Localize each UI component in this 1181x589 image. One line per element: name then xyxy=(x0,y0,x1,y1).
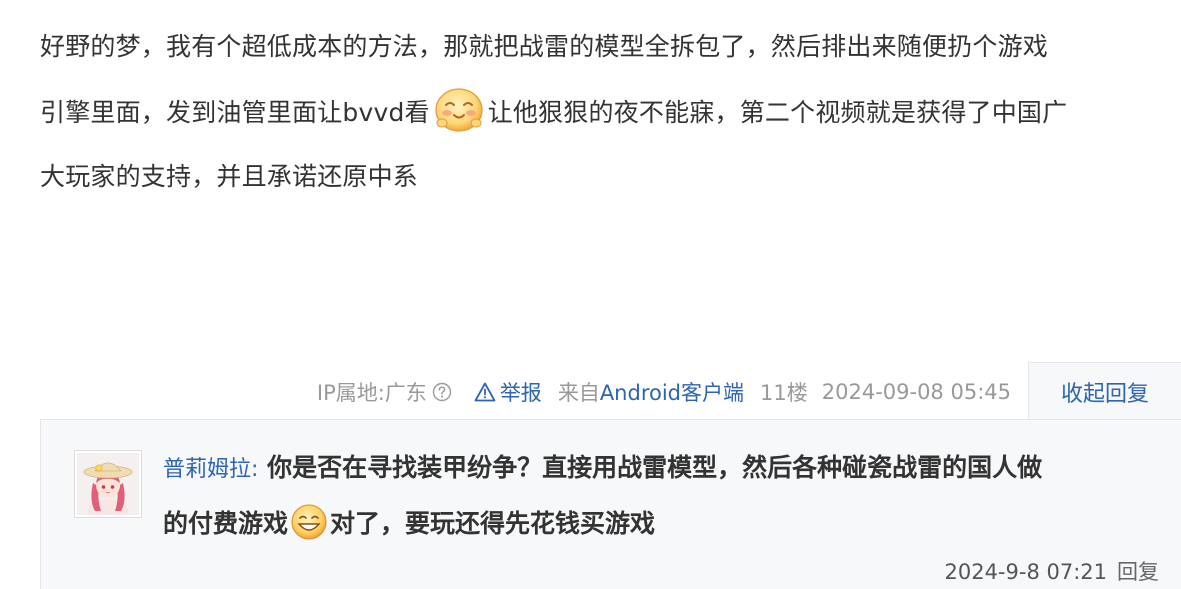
post-line-2: 引擎里面，发到油管里面让bvvd看 让他狠狠的夜不能寐，第二个视频就是获得了中国… xyxy=(40,80,1175,146)
reply-text-segment: 对了，要玩还得先花钱买游戏 xyxy=(330,509,656,538)
report-button[interactable]: 举报 xyxy=(474,377,542,407)
post-text-segment: 引擎里面，发到油管里面让bvvd看 xyxy=(40,98,430,127)
post-line-3: 大玩家的支持，并且承诺还原中系 xyxy=(40,162,419,191)
avatar[interactable] xyxy=(74,450,142,523)
report-label: 举报 xyxy=(499,381,542,405)
post-time: 2024-09-08 05:45 xyxy=(821,380,1011,404)
source-client-link[interactable]: Android客户端 xyxy=(600,381,744,405)
anime-girl-avatar-icon xyxy=(77,453,139,523)
reply-time: 2024-9-8 07:21 xyxy=(944,560,1107,584)
post-meta: IP属地:广东 举报 来自Android客户端 11楼 2024-09-08 0… xyxy=(317,375,1011,409)
source-prefix: 来自 xyxy=(557,381,600,405)
post-content: 好野的梦，我有个超低成本的方法，那就把战雷的模型全拆包了，然后排出来随便扔个游戏… xyxy=(40,14,1175,210)
ip-location: IP属地:广东 xyxy=(317,377,452,407)
post-source: 来自Android客户端 xyxy=(558,377,744,407)
warning-triangle-icon xyxy=(474,382,496,402)
floor-number: 11楼 xyxy=(760,381,808,405)
post-line-1: 好野的梦，我有个超低成本的方法，那就把战雷的模型全拆包了，然后排出来随便扔个游戏 xyxy=(40,32,1049,61)
reply-line-2: 的付费游戏 对了，要玩还得先花钱买游戏 xyxy=(163,496,1153,552)
reply-text-segment: 你是否在寻找装甲纷争？直接用战雷模型，然后各种碰瓷战雷的国人做 xyxy=(267,453,1043,482)
reply-content: 普莉姆拉: 你是否在寻找装甲纷争？直接用战雷模型，然后各种碰瓷战雷的国人做 的付… xyxy=(163,440,1153,552)
reply-line-1: 普莉姆拉: 你是否在寻找装甲纷争？直接用战雷模型，然后各种碰瓷战雷的国人做 xyxy=(163,440,1153,496)
reply-section: 普莉姆拉: 你是否在寻找装甲纷争？直接用战雷模型，然后各种碰瓷战雷的国人做 的付… xyxy=(40,419,1181,589)
question-circle-icon[interactable] xyxy=(432,382,452,402)
reply-username-link[interactable]: 普莉姆拉: xyxy=(163,457,258,482)
reply-button[interactable]: 回复 xyxy=(1117,560,1159,584)
ip-location-label: IP属地:广东 xyxy=(316,381,427,405)
post-text-segment: 让他狠狠的夜不能寐，第二个视频就是获得了中国广 xyxy=(487,98,1068,127)
collapse-replies-button[interactable]: 收起回复 xyxy=(1028,362,1181,420)
reply-text-segment: 的付费游戏 xyxy=(163,509,289,538)
smile-blush-emoji-icon xyxy=(435,88,483,132)
grin-emoji-icon xyxy=(291,504,327,540)
